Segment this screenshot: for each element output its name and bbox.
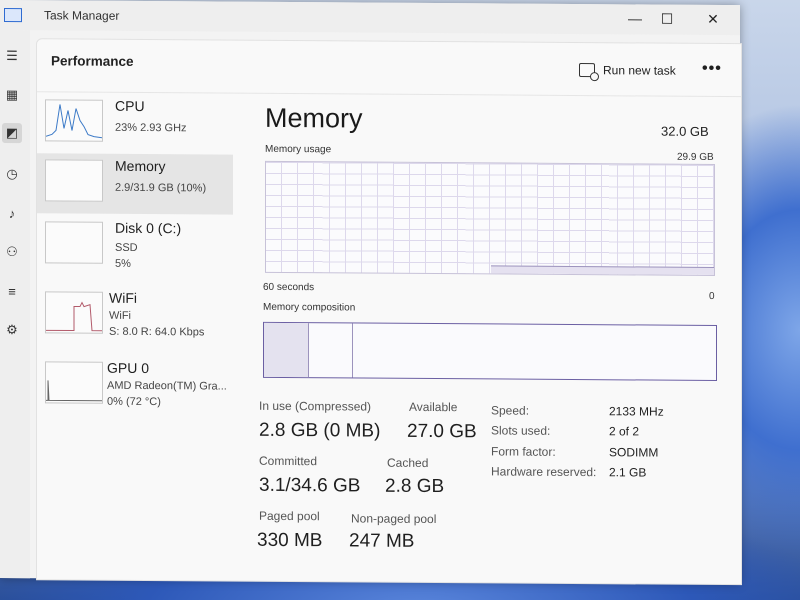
window-title: Task Manager [44, 8, 120, 23]
non-paged-pool-value: 247 MB [349, 530, 415, 552]
more-options-button[interactable]: ••• [702, 60, 722, 78]
composition-in-use [264, 322, 309, 378]
performance-icon[interactable]: ◩ [2, 123, 22, 144]
paged-pool-label: Paged pool [259, 508, 320, 524]
sidebar-item-detail: 2.9/31.9 GB (10%) [115, 181, 207, 195]
services-icon[interactable]: ⚙ [2, 320, 22, 340]
slots-used-value: 2 of 2 [609, 424, 640, 439]
sidebar-item-wifi[interactable]: WiFi WiFi S: 8.0 R: 64.0 Kbps [37, 285, 233, 346]
memory-usage-max: 29.9 GB [677, 151, 714, 163]
performance-page: Performance Run new task ••• CPU 23% 2.9… [36, 38, 742, 586]
processes-icon[interactable]: ▦ [2, 85, 22, 105]
run-new-task-label: Run new task [603, 63, 676, 78]
speed-label: Speed: [491, 403, 530, 418]
sidebar-item-name: GPU 0 [107, 359, 150, 377]
task-manager-app-icon [4, 8, 22, 23]
page-title: Performance [51, 53, 134, 69]
sidebar-item-name: Disk 0 (C:) [115, 219, 182, 237]
run-new-task-button[interactable]: Run new task [579, 63, 676, 78]
sidebar-item-detail: WiFi [109, 309, 131, 322]
time-zero-label: 0 [709, 290, 715, 302]
form-factor-label: Form factor: [491, 444, 556, 459]
hamburger-icon[interactable]: ☰ [2, 46, 22, 66]
committed-value: 3.1/34.6 GB [259, 474, 361, 497]
time-span-label: 60 seconds [263, 281, 315, 294]
sidebar-item-disk[interactable]: Disk 0 (C:) SSD 5% [37, 215, 233, 276]
composition-modified [310, 323, 353, 378]
navigation-rail: ☰ ▦ ◩ ◷ ♪ ⚇ ≡ ⚙ [0, 30, 30, 579]
gpu-thumbnail-graph [45, 361, 103, 404]
available-label: Available [409, 399, 458, 415]
committed-label: Committed [259, 453, 318, 469]
task-manager-window: Task Manager — ☐ ✕ ☰ ▦ ◩ ◷ ♪ ⚇ ≡ ⚙ Perfo… [0, 0, 742, 586]
app-history-icon[interactable]: ◷ [2, 164, 22, 184]
memory-usage-graph [265, 160, 715, 276]
details-icon[interactable]: ≡ [2, 282, 22, 302]
memory-usage-label: Memory usage [265, 143, 332, 156]
users-icon[interactable]: ⚇ [2, 242, 22, 262]
speed-value: 2133 MHz [609, 404, 664, 419]
cached-value: 2.8 GB [385, 475, 445, 498]
in-use-value: 2.8 GB (0 MB) [259, 419, 381, 442]
sidebar-item-name: WiFi [109, 289, 137, 306]
memory-composition-label: Memory composition [263, 301, 356, 314]
sidebar-item-detail: S: 8.0 R: 64.0 Kbps [109, 325, 205, 339]
startup-icon[interactable]: ♪ [2, 204, 22, 224]
memory-title: Memory [265, 102, 363, 134]
minimize-button[interactable]: — [622, 8, 648, 28]
sidebar-item-detail: AMD Radeon(TM) Gra... [107, 379, 227, 393]
sidebar-item-detail: 5% [115, 257, 131, 270]
available-value: 27.0 GB [407, 420, 477, 443]
non-paged-pool-label: Non-paged pool [351, 511, 437, 527]
cpu-thumbnail-graph [45, 99, 103, 142]
hardware-reserved-value: 2.1 GB [609, 465, 647, 480]
sidebar-item-name: Memory [115, 157, 166, 175]
sidebar-item-detail: SSD [115, 241, 138, 254]
sidebar-item-name: CPU [115, 97, 145, 115]
sidebar-item-gpu[interactable]: GPU 0 AMD Radeon(TM) Gra... 0% (72 °C) [37, 355, 233, 416]
sidebar-item-detail: 0% (72 °C) [107, 395, 161, 409]
paged-pool-value: 330 MB [257, 529, 323, 552]
cached-label: Cached [387, 455, 429, 470]
memory-total: 32.0 GB [661, 123, 709, 139]
memory-composition-bar [263, 321, 717, 382]
maximize-button[interactable]: ☐ [654, 9, 680, 29]
memory-thumbnail-graph [45, 159, 103, 202]
sidebar-item-cpu[interactable]: CPU 23% 2.93 GHz [37, 93, 233, 154]
sidebar-item-detail: 23% 2.93 GHz [115, 121, 187, 135]
title-bar: Task Manager — ☐ ✕ [0, 0, 740, 36]
hardware-reserved-label: Hardware reserved: [491, 464, 597, 480]
wifi-thumbnail-graph [45, 291, 103, 334]
memory-usage-fill [491, 265, 714, 275]
run-task-icon [579, 63, 595, 78]
sidebar-item-memory[interactable]: Memory 2.9/31.9 GB (10%) [37, 153, 233, 215]
in-use-label: In use (Compressed) [259, 398, 372, 414]
form-factor-value: SODIMM [609, 445, 659, 460]
slots-used-label: Slots used: [491, 423, 551, 438]
disk-thumbnail-graph [45, 221, 103, 264]
close-button[interactable]: ✕ [700, 9, 726, 29]
